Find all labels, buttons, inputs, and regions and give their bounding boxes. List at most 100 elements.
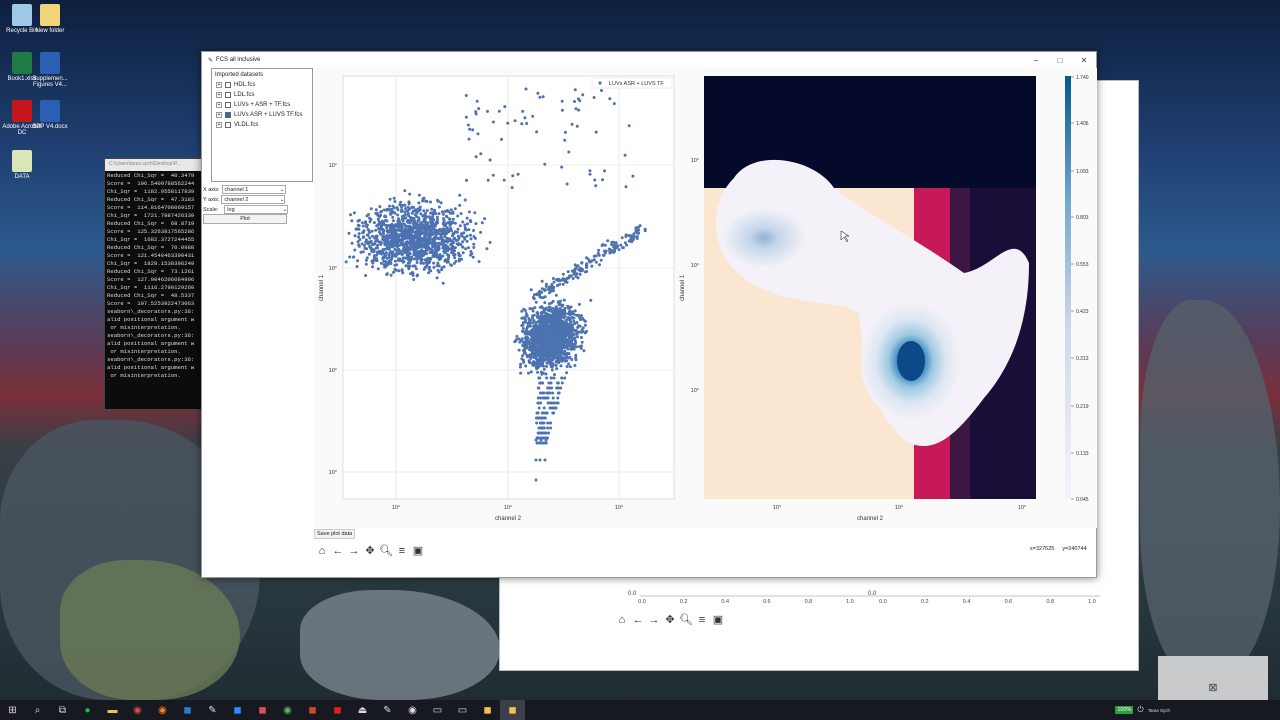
- spotify-icon[interactable]: ●: [75, 700, 100, 720]
- scatter-point: [381, 222, 384, 226]
- dataset-item[interactable]: + LDL.fcs: [216, 90, 309, 100]
- plug-icon[interactable]: ⏻: [1137, 705, 1143, 715]
- back-icon[interactable]: ←: [631, 613, 645, 626]
- powerpoint-icon[interactable]: ◼: [300, 700, 325, 720]
- scale-select[interactable]: log ⌄: [224, 205, 289, 214]
- zoom-app-icon[interactable]: ◼: [225, 700, 250, 720]
- configure-icon[interactable]: ≡: [695, 613, 709, 626]
- scatter-point: [413, 226, 417, 230]
- dataset-checkbox[interactable]: [225, 102, 231, 108]
- forward-icon[interactable]: →: [647, 613, 661, 626]
- terminal-window[interactable]: C:\Users\taras.sych\Desktop\P... Reduced…: [104, 158, 204, 410]
- expand-icon[interactable]: +: [216, 92, 222, 98]
- bg-x-tick-label: 0.4: [721, 599, 729, 605]
- save-plot-data-button[interactable]: Save plot data: [314, 529, 356, 539]
- back-icon[interactable]: ←: [331, 544, 345, 557]
- dataset-item[interactable]: + HDL.fcs: [216, 80, 309, 90]
- scatter-point: [575, 124, 579, 128]
- zoom-icon[interactable]: 🔍︎: [379, 544, 393, 557]
- app-icon[interactable]: ◼: [500, 700, 525, 720]
- y-axis-select[interactable]: channel 2 ⌄: [221, 195, 286, 204]
- scatter-point: [404, 216, 408, 220]
- scatter-point: [563, 341, 567, 344]
- app-icon[interactable]: ◉: [400, 700, 425, 720]
- scatter-x-tick-label: 10°: [615, 505, 623, 511]
- dataset-checkbox[interactable]: [225, 82, 231, 88]
- scatter-point: [393, 259, 397, 263]
- plot-button[interactable]: Plot: [203, 214, 287, 224]
- close-button[interactable]: ✕: [1072, 56, 1096, 65]
- expand-icon[interactable]: +: [216, 122, 222, 128]
- scatter-point: [461, 240, 465, 244]
- app-icon[interactable]: ⏏: [350, 700, 375, 720]
- globe-icon[interactable]: ◉: [275, 700, 300, 720]
- configure-icon[interactable]: ≡: [395, 544, 409, 557]
- start-icon[interactable]: ⊞: [0, 700, 25, 720]
- dataset-checkbox[interactable]: [225, 112, 231, 118]
- scatter-point: [600, 89, 603, 92]
- forward-icon[interactable]: →: [347, 544, 361, 557]
- outlook-icon[interactable]: ◼: [175, 700, 200, 720]
- acrobat-icon[interactable]: ◼: [325, 700, 350, 720]
- expand-icon[interactable]: +: [216, 112, 222, 118]
- desktop-icon[interactable]: SPP V4.docx: [26, 100, 74, 130]
- home-icon[interactable]: ⌂: [315, 544, 329, 557]
- desktop-icon[interactable]: New folder: [26, 4, 74, 34]
- cursor-coordinates: x=327625 y=240744: [1030, 546, 1087, 552]
- save-icon[interactable]: ▣: [411, 544, 425, 557]
- desktop-icon-label: DATA: [14, 174, 30, 180]
- zoom-icon[interactable]: 🔍︎: [679, 613, 693, 626]
- firefox-icon[interactable]: ◉: [150, 700, 175, 720]
- scatter-point: [521, 316, 525, 320]
- scatter-point: [521, 329, 524, 333]
- scatter-point: [390, 223, 393, 227]
- desktop-icon[interactable]: Supplemen... Figures V4...: [26, 52, 74, 88]
- scatter-point: [542, 353, 546, 357]
- search-icon[interactable]: ⌕: [25, 700, 50, 720]
- scatter-point: [357, 243, 361, 247]
- scatter-point: [486, 178, 490, 182]
- scatter-point: [417, 216, 421, 220]
- scatter-point: [446, 260, 450, 264]
- desktop-icon[interactable]: DATA: [0, 150, 46, 180]
- pan-icon[interactable]: ✥: [363, 544, 377, 557]
- bg-x-tick-label: 1.0: [1088, 599, 1096, 605]
- dataset-tree[interactable]: Imported datasets + HDL.fcs + LDL.fcs + LUVs …: [211, 68, 313, 182]
- scatter-point: [627, 124, 631, 128]
- app-icon[interactable]: ✎: [200, 700, 225, 720]
- scatter-point: [385, 273, 389, 276]
- python-icon[interactable]: ◼: [475, 700, 500, 720]
- app-icon[interactable]: ▭: [450, 700, 475, 720]
- pan-icon[interactable]: ✥: [663, 613, 677, 626]
- main-window[interactable]: ✎ FCS all inclusive – □ ✕ Imported datas…: [201, 51, 1097, 578]
- task-view-icon[interactable]: ⧉: [50, 700, 75, 720]
- maximize-button[interactable]: □: [1048, 56, 1072, 65]
- dataset-checkbox[interactable]: [225, 122, 231, 128]
- scatter-point: [428, 265, 431, 269]
- dataset-item[interactable]: + LUVs ASR + LUVS TF.fcs: [216, 110, 309, 120]
- scatter-point: [374, 234, 378, 238]
- scatter-point: [556, 381, 560, 385]
- density-x-tick-label: 10°: [1018, 505, 1026, 511]
- home-icon[interactable]: ⌂: [615, 613, 629, 626]
- app-icon[interactable]: ✎: [375, 700, 400, 720]
- chrome-icon[interactable]: ◉: [125, 700, 150, 720]
- expand-icon[interactable]: +: [216, 102, 222, 108]
- plot-canvas[interactable]: LUVs ASR + LUVS TF 10° 10° 10° 10° 10° 10° 10°…: [314, 68, 1097, 528]
- density-y-tick-label: 10°: [691, 263, 699, 269]
- dataset-item[interactable]: + VLDL.fcs: [216, 120, 309, 130]
- battery-indicator[interactable]: 100%: [1115, 706, 1134, 714]
- dataset-item[interactable]: + LUVs + ASR + TF.fcs: [216, 100, 309, 110]
- terminal-icon[interactable]: ▭: [425, 700, 450, 720]
- minimize-button[interactable]: –: [1024, 56, 1048, 65]
- file-explorer-icon[interactable]: ▬: [100, 700, 125, 720]
- scatter-point: [414, 233, 418, 237]
- save-icon[interactable]: ▣: [711, 613, 725, 626]
- x-axis-select[interactable]: channel 1 ⌄: [221, 185, 286, 194]
- desktop-icon-label: SPP V4.docx: [32, 124, 68, 130]
- scatter-point: [424, 224, 428, 228]
- expand-icon[interactable]: +: [216, 82, 222, 88]
- app-icon[interactable]: ◼: [250, 700, 275, 720]
- dataset-checkbox[interactable]: [225, 92, 231, 98]
- scatter-point: [442, 221, 445, 225]
